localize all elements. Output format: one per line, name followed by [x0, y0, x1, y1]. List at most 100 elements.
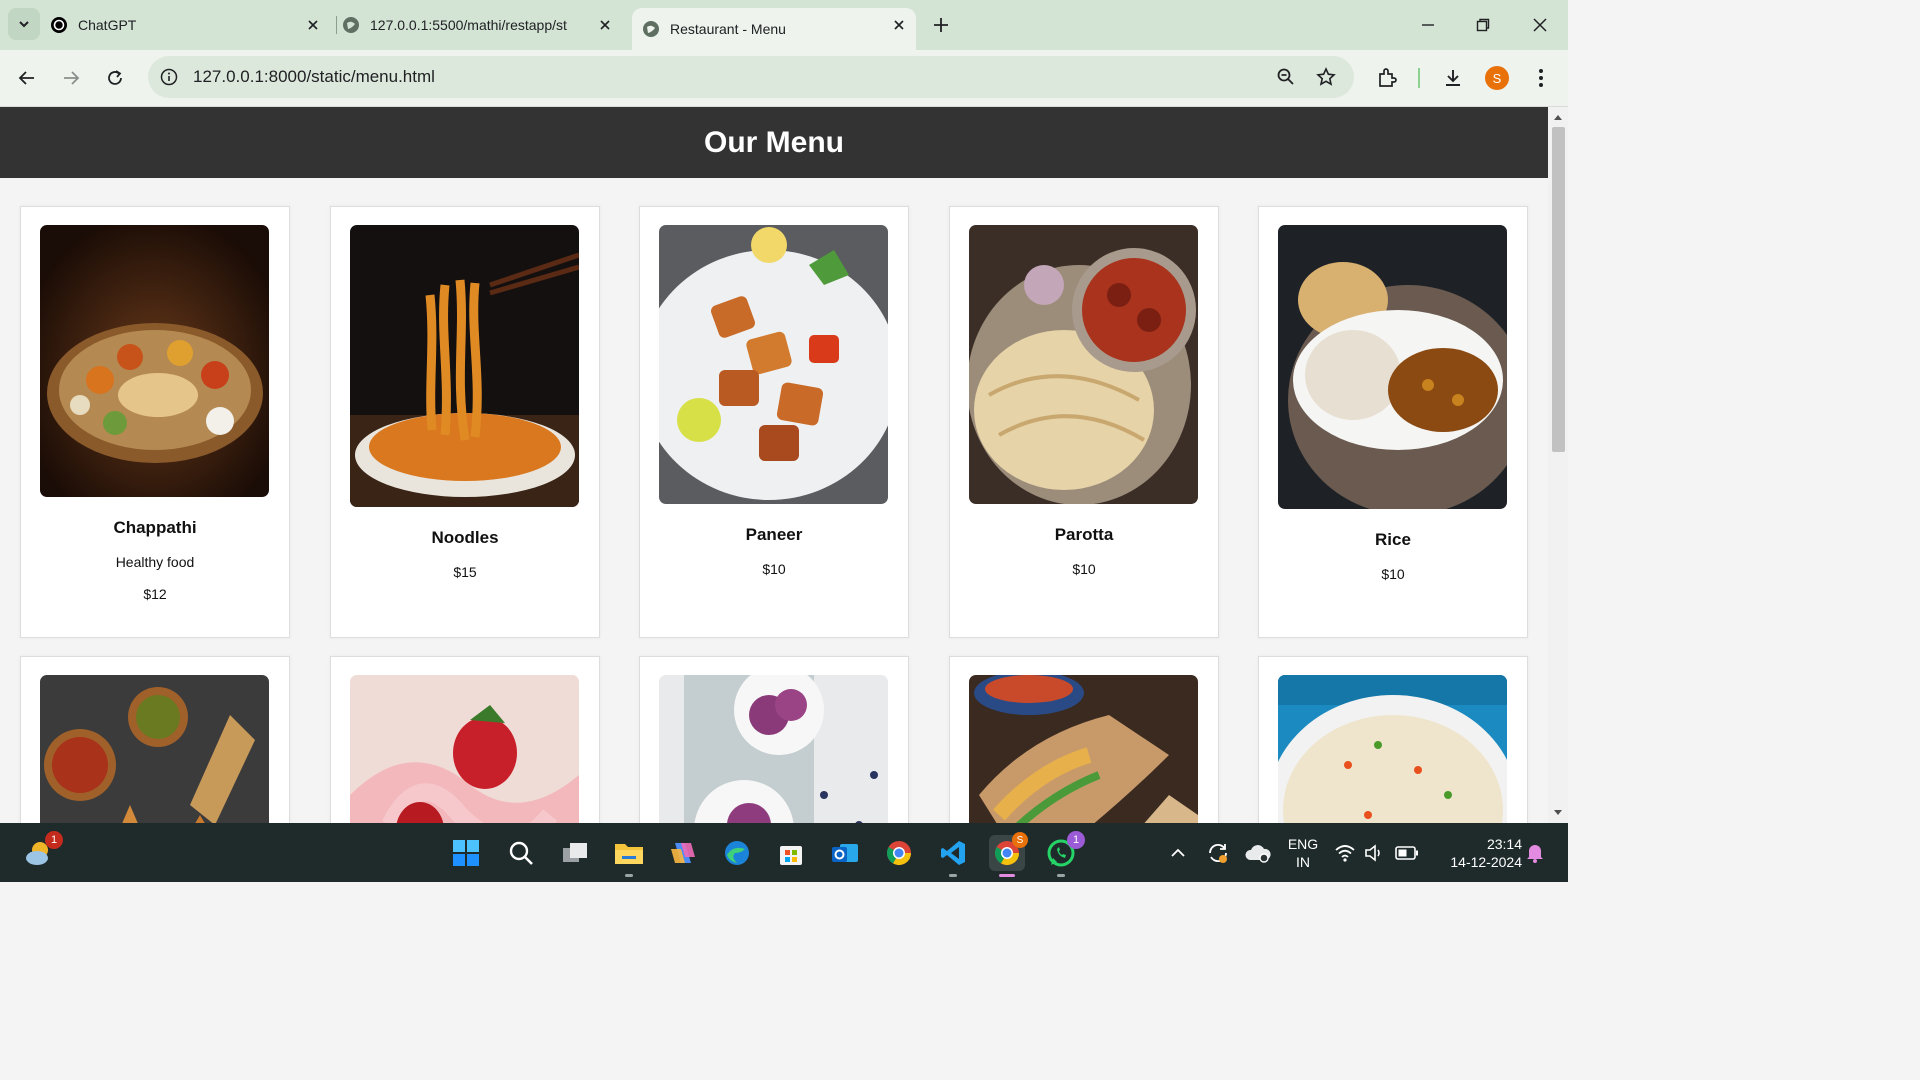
tab-chatgpt[interactable]: ChatGPT [50, 8, 330, 42]
reload-button[interactable] [102, 65, 128, 91]
chrome-profile-button[interactable]: S [989, 832, 1028, 877]
chappathi-photo [40, 225, 269, 497]
weather-widget[interactable]: 1 [21, 831, 63, 871]
menu-card-parotta[interactable]: Parotta $10 [949, 206, 1219, 638]
close-window-button[interactable] [1528, 13, 1552, 37]
close-icon[interactable] [304, 16, 322, 34]
item-name: Noodles [431, 528, 499, 547]
chrome-button[interactable] [881, 835, 917, 871]
forward-button[interactable] [58, 65, 84, 91]
time-text: 23:14 [1486, 836, 1522, 852]
globe-icon [642, 20, 660, 38]
item-name: Parotta [1054, 525, 1114, 544]
menu-card-strawberry[interactable] [330, 656, 600, 823]
restore-button[interactable] [1471, 13, 1495, 37]
vscode-icon [941, 841, 965, 865]
toolbar-divider [1418, 68, 1420, 88]
minimize-icon [1422, 24, 1434, 26]
new-tab-button[interactable] [929, 13, 953, 37]
zoom-icon[interactable] [1276, 67, 1296, 87]
scroll-up-icon[interactable] [1552, 111, 1564, 123]
menu-card-wrap[interactable] [949, 656, 1219, 823]
download-icon[interactable] [1441, 66, 1465, 90]
star-icon[interactable] [1316, 67, 1336, 87]
battery-icon [1395, 846, 1418, 860]
restore-icon [1476, 18, 1490, 32]
edge-icon [725, 841, 749, 865]
vscode-button[interactable] [935, 835, 971, 877]
file-explorer-button[interactable] [611, 835, 647, 877]
menu-card-noodles[interactable]: Noodles $15 [330, 206, 600, 638]
onedrive-tray-icon[interactable] [1240, 835, 1276, 871]
item-price: $15 [453, 564, 477, 580]
extensions-icon[interactable] [1375, 66, 1399, 90]
menu-card-rice[interactable]: Rice $10 [1258, 206, 1528, 638]
edge-button[interactable] [719, 835, 755, 871]
notifications-button[interactable] [1522, 835, 1548, 871]
chrome-icon [886, 841, 911, 866]
sync-tray-icon[interactable] [1200, 835, 1236, 871]
tab-strip: ChatGPT 127.0.0.1:5500/mathi/restapp/st … [0, 0, 1568, 50]
scroll-down-icon[interactable] [1552, 807, 1564, 819]
tab-title: 127.0.0.1:5500/mathi/restapp/st [370, 17, 567, 33]
item-name: Paneer [745, 525, 803, 544]
tab-search-button[interactable] [8, 8, 40, 40]
task-view-icon [563, 843, 587, 862]
tab-local-server[interactable]: 127.0.0.1:5500/mathi/restapp/st [342, 8, 622, 42]
vertical-scrollbar[interactable] [1548, 107, 1568, 823]
address-bar[interactable]: 127.0.0.1:8000/static/menu.html [148, 56, 1354, 98]
wifi-tray-icon[interactable] [1332, 835, 1358, 871]
running-indicator [625, 874, 633, 877]
language-text: ENG [1287, 836, 1319, 852]
running-indicator [949, 874, 957, 877]
wifi-icon [1335, 845, 1355, 862]
region-text: IN [1296, 854, 1310, 870]
wrap-photo [969, 675, 1198, 823]
rice-photo [1278, 225, 1507, 509]
search-button[interactable] [503, 835, 539, 871]
whatsapp-button[interactable]: 1 [1043, 831, 1085, 877]
date-text: 14-12-2024 [1450, 854, 1522, 870]
chevron-up-icon [1171, 848, 1185, 857]
menu-card-paneer[interactable]: Paneer $10 [639, 206, 909, 638]
item-price: $10 [1381, 566, 1405, 582]
minimize-button[interactable] [1416, 13, 1440, 37]
battery-tray-icon[interactable] [1392, 835, 1422, 871]
tab-restaurant-menu[interactable]: Restaurant - Menu [632, 8, 916, 50]
store-button[interactable] [773, 835, 809, 871]
task-view-button[interactable] [557, 835, 593, 871]
scrollbar-thumb[interactable] [1552, 127, 1565, 452]
more-menu-icon[interactable] [1529, 66, 1553, 90]
volume-tray-icon[interactable] [1362, 835, 1388, 871]
back-button[interactable] [14, 65, 40, 91]
menu-card-icecream[interactable] [639, 656, 909, 823]
chatgpt-icon [50, 16, 68, 34]
item-name: Rice [1375, 530, 1411, 549]
url-text[interactable]: 127.0.0.1:8000/static/menu.html [193, 67, 435, 87]
close-icon[interactable] [596, 16, 614, 34]
page-title: Our Menu [704, 125, 844, 159]
copilot-button[interactable] [665, 835, 701, 871]
outlook-button[interactable] [827, 835, 863, 871]
language-indicator[interactable]: ENG IN [1283, 835, 1323, 871]
start-button[interactable] [448, 835, 484, 871]
info-icon[interactable] [160, 68, 178, 86]
globe-icon [342, 16, 360, 34]
close-icon[interactable] [890, 16, 908, 34]
active-indicator [999, 874, 1015, 877]
browser-toolbar: 127.0.0.1:8000/static/menu.html [0, 50, 1568, 107]
menu-card-fried-rice[interactable] [1258, 656, 1528, 823]
profile-avatar[interactable]: S [1485, 66, 1509, 90]
menu-card-samosa[interactable] [20, 656, 290, 823]
profile-badge: S [1012, 832, 1028, 848]
store-icon [780, 846, 802, 865]
menu-card-chappathi[interactable]: Chappathi Healthy food $12 [20, 206, 290, 638]
page-header: Our Menu [0, 107, 1548, 178]
page-viewport: Our Menu Chappathi Healthy food $12 Nood… [0, 107, 1548, 823]
item-price: $12 [143, 586, 167, 602]
clock[interactable]: 23:14 14-12-2024 [1432, 835, 1522, 871]
copilot-icon [671, 843, 695, 863]
item-price: $10 [762, 561, 786, 577]
show-hidden-icons-button[interactable] [1160, 835, 1196, 871]
outlook-icon [832, 844, 858, 862]
